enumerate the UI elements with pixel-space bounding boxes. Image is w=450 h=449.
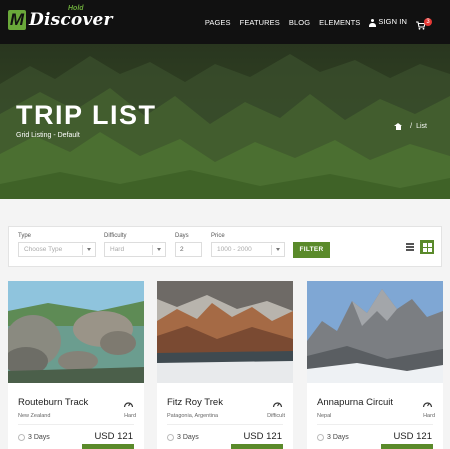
price-select[interactable]: 1000 - 2000 <box>211 242 285 257</box>
sun-icon <box>18 434 25 441</box>
page-title: TRIP LIST <box>16 100 157 130</box>
gauge-icon <box>123 402 134 408</box>
filter-difficulty-label: Difficulty <box>104 233 127 239</box>
type-select[interactable]: Choose Type <box>18 242 96 257</box>
nav-pages[interactable]: PAGES <box>205 18 231 27</box>
days-input-value: 2 <box>180 246 184 253</box>
filter-button[interactable]: FILTER <box>293 242 330 258</box>
trip-location: Nepal <box>317 413 332 419</box>
user-icon <box>369 18 377 27</box>
difficulty-select[interactable]: Hard <box>104 242 166 257</box>
breadcrumb: / List <box>394 123 427 130</box>
trip-card[interactable]: Routeburn Track New Zealand Hard 3 Days … <box>8 281 144 449</box>
filter-days-group: Days 2 <box>175 233 202 257</box>
main-nav: PAGES FEATURES BLOG ELEMENTS SIGN IN 3 <box>196 17 432 30</box>
chevron-down-icon <box>87 248 91 251</box>
trip-price: USD 121 <box>94 431 133 442</box>
filter-price-label: Price <box>211 233 225 239</box>
trip-image-routeburn[interactable] <box>8 281 144 383</box>
trip-difficulty: Hard <box>423 413 435 419</box>
type-select-value: Choose Type <box>24 246 63 253</box>
sun-icon <box>317 434 324 441</box>
sun-icon <box>167 434 174 441</box>
home-icon[interactable] <box>394 123 403 130</box>
logo-mark-icon: M <box>8 10 26 30</box>
trip-price: USD 121 <box>243 431 282 442</box>
nav-blog[interactable]: BLOG <box>289 18 310 27</box>
trip-image-fitzroy[interactable] <box>157 281 293 383</box>
gauge-icon <box>422 402 433 408</box>
card-divider <box>18 424 134 425</box>
filter-difficulty-group: Difficulty Hard <box>104 233 166 257</box>
book-button[interactable] <box>82 444 134 449</box>
cart-count-badge: 3 <box>424 18 432 26</box>
filter-type-label: Type <box>18 233 32 239</box>
book-button[interactable] <box>381 444 433 449</box>
trip-difficulty: Hard <box>124 413 136 419</box>
trip-location: Patagonia, Argentina <box>167 413 219 419</box>
brand-name: Discover <box>29 10 113 30</box>
trip-location: New Zealand <box>18 413 51 419</box>
difficulty-select-value: Hard <box>110 246 125 253</box>
breadcrumb-separator: / <box>410 123 413 130</box>
sign-in-label: SIGN IN <box>378 17 407 27</box>
card-divider <box>317 424 433 425</box>
price-select-value: 1000 - 2000 <box>217 246 252 253</box>
chevron-down-icon <box>276 248 280 251</box>
trip-title[interactable]: Fitz Roy Trek <box>167 397 223 408</box>
trip-price: USD 121 <box>393 431 432 442</box>
trip-card[interactable]: Annapurna Circuit Nepal Hard 3 Days USD … <box>307 281 443 449</box>
cart-button[interactable]: 3 <box>416 17 432 30</box>
trip-filter-bar: Type Choose Type Difficulty Hard Days 2 … <box>8 226 442 267</box>
page-subtitle: Grid Listing - Default <box>16 132 80 139</box>
trip-title[interactable]: Routeburn Track <box>18 397 88 408</box>
chevron-down-icon <box>157 248 161 251</box>
brand-sub: Hold <box>68 5 84 12</box>
trip-difficulty: Difficult <box>267 413 285 419</box>
nav-elements[interactable]: ELEMENTS <box>319 18 360 27</box>
card-divider <box>167 424 283 425</box>
brand-logo[interactable]: M Discover Hold <box>8 5 113 30</box>
top-navbar: M Discover Hold PAGES FEATURES BLOG ELEM… <box>0 0 450 44</box>
filter-type-group: Type Choose Type <box>18 233 96 257</box>
nav-features[interactable]: FEATURES <box>240 18 280 27</box>
filter-days-label: Days <box>175 233 189 239</box>
breadcrumb-current: List <box>416 123 427 130</box>
trip-card[interactable]: Fitz Roy Trek Patagonia, Argentina Diffi… <box>157 281 293 449</box>
grid-view-icon[interactable] <box>420 240 434 254</box>
trip-days: 3 Days <box>28 434 50 441</box>
hero-banner: TRIP LIST Grid Listing - Default / List <box>0 44 450 199</box>
trip-days: 3 Days <box>327 434 349 441</box>
trip-title[interactable]: Annapurna Circuit <box>317 397 393 408</box>
days-input[interactable]: 2 <box>175 242 202 257</box>
sign-in-link[interactable]: SIGN IN <box>369 17 407 27</box>
book-button[interactable] <box>231 444 283 449</box>
trip-image-annapurna[interactable] <box>307 281 443 383</box>
trip-days: 3 Days <box>177 434 199 441</box>
filter-price-group: Price 1000 - 2000 <box>211 233 285 257</box>
list-view-icon[interactable] <box>405 242 415 252</box>
gauge-icon <box>272 402 283 408</box>
